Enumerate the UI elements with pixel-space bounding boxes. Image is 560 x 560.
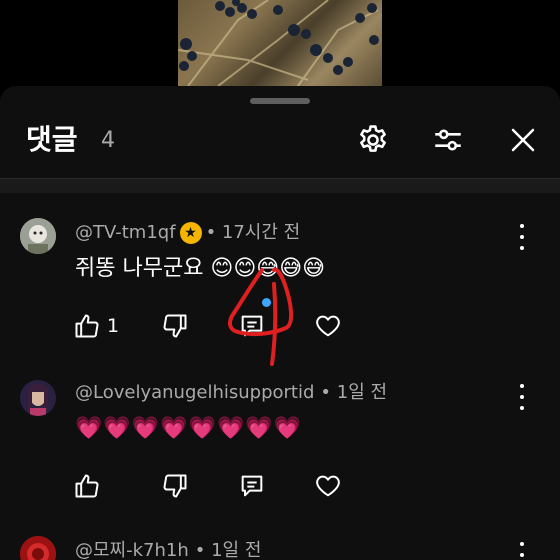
gear-icon [360, 125, 386, 152]
comments-sheet: 댓글 4 @TV-tm1qf ★ • 17시간 전 쥐똥 나무군요 😊😊😅😅😅 … [0, 86, 560, 560]
like-button[interactable] [73, 470, 101, 502]
reply-button[interactable] [238, 470, 266, 502]
sliders-icon [435, 129, 461, 151]
comments-title: 댓글 [26, 123, 78, 156]
video-area[interactable] [0, 0, 560, 86]
comment-text: 💗💗💗💗💗💗💗💗 [75, 416, 303, 441]
berry-image [178, 0, 379, 86]
thumb-up-icon [75, 314, 99, 338]
comment-author[interactable]: @TV-tm1qf [75, 220, 176, 246]
comment-actions [73, 470, 373, 502]
heart-button[interactable] [314, 310, 342, 342]
comment-time: • 17시간 전 [205, 222, 301, 243]
avatar[interactable] [20, 536, 56, 560]
reply-icon [241, 475, 263, 497]
more-vert-icon[interactable] [512, 384, 532, 410]
filter-button[interactable] [430, 122, 466, 158]
heart-icon [316, 475, 340, 497]
more-vert-icon[interactable] [512, 224, 532, 250]
comment-author[interactable]: @Lovelyanugelhisupportid [75, 380, 314, 406]
dislike-button[interactable] [161, 470, 189, 502]
dislike-button[interactable] [161, 310, 189, 342]
heart-button[interactable] [314, 470, 342, 502]
avatar[interactable] [20, 218, 56, 254]
close-button[interactable] [505, 122, 541, 158]
partial-content-strip [0, 179, 560, 193]
comment-item: @Lovelyanugelhisupportid • 1일 전 💗💗💗💗💗💗💗💗 [0, 376, 560, 516]
heart-icon [316, 315, 340, 337]
red-annotation-scribble [228, 267, 293, 366]
video-thumbnail[interactable] [178, 0, 382, 86]
avatar-image [20, 536, 56, 560]
comment-time: • 1일 전 [194, 540, 262, 560]
comment-time: • 1일 전 [320, 382, 388, 403]
avatar-image [20, 380, 56, 416]
close-icon [511, 128, 535, 152]
thumb-down-icon [163, 314, 187, 338]
comment-item: @모찌-k7h1h • 1일 전 [0, 534, 560, 560]
drag-handle[interactable] [250, 98, 310, 104]
more-vert-icon[interactable] [512, 542, 532, 560]
comment-author[interactable]: @모찌-k7h1h [75, 538, 189, 560]
avatar[interactable] [20, 380, 56, 416]
thumb-up-icon [75, 474, 99, 498]
comment-meta: @Lovelyanugelhisupportid • 1일 전 [75, 380, 387, 406]
like-count: 1 [107, 315, 120, 337]
comments-header: 댓글 4 [0, 116, 560, 166]
star-badge-icon: ★ [179, 222, 202, 244]
comment-meta: @TV-tm1qf ★ • 17시간 전 [75, 220, 300, 246]
avatar-image [20, 218, 56, 254]
settings-button[interactable] [355, 122, 391, 158]
like-button[interactable]: 1 [73, 310, 119, 342]
thumb-down-icon [163, 474, 187, 498]
comment-meta: @모찌-k7h1h • 1일 전 [75, 538, 261, 560]
comments-count: 4 [101, 128, 115, 153]
